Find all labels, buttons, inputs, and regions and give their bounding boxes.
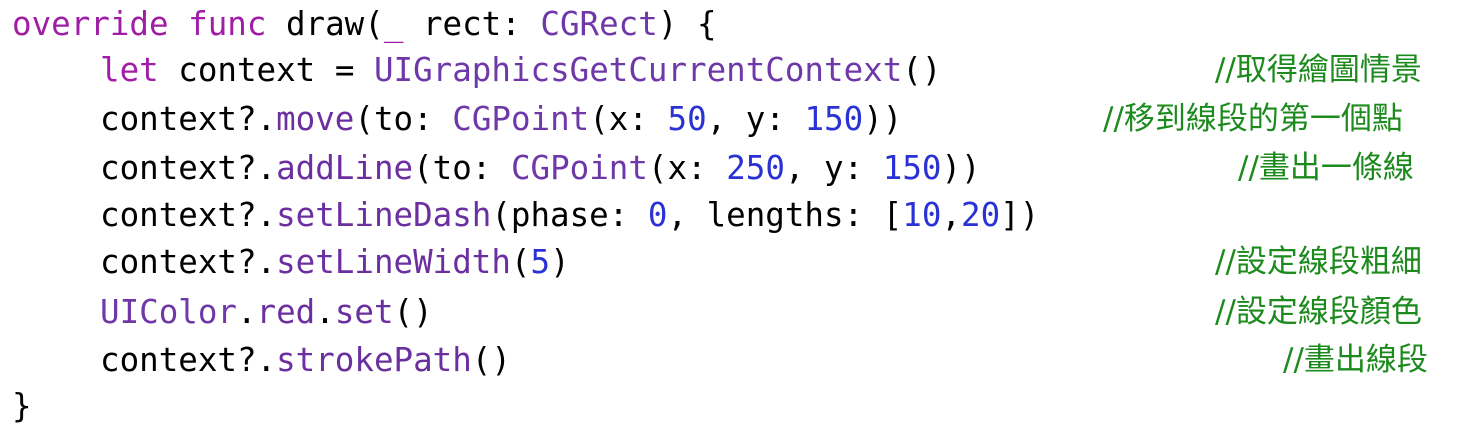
arg-label: (to: [354, 100, 433, 138]
call-parens: () [902, 51, 942, 89]
code-line-2: let context = UIGraphicsGetCurrentContex… [12, 46, 941, 94]
type-cgpoint: CGPoint [452, 100, 590, 138]
y-label: , y: [784, 149, 864, 187]
keyword-override: override [12, 5, 169, 43]
number-length-1: 10 [902, 196, 942, 234]
number-x: 50 [667, 100, 707, 138]
close-parens: )) [863, 100, 903, 138]
object-ref: context?. [100, 243, 277, 281]
type-cgpoint: CGPoint [510, 149, 648, 187]
keyword-func: func [188, 5, 267, 43]
comment-line-6: //設定線段粗細 [1215, 244, 1422, 280]
x-label: (x: [589, 100, 648, 138]
y-label: , y: [706, 100, 785, 138]
object-ref: context?. [100, 196, 277, 234]
param-underscore: _ [383, 5, 404, 43]
method-addline: addLine [276, 149, 414, 187]
comment-line-4: //畫出一條線 [1238, 150, 1414, 186]
call-parens: () [471, 341, 511, 379]
code-editor[interactable]: override func draw(_ rect: CGRect) { let… [0, 0, 1482, 440]
lengths-label: , lengths: [ [667, 196, 903, 234]
method-strokepath: strokePath [276, 341, 472, 379]
open-paren: ( [510, 243, 531, 281]
code-line-7: UIColor.red.set() [12, 288, 433, 336]
type-uicolor: UIColor [100, 293, 237, 331]
property-red: red [256, 293, 316, 331]
param-name: rect: [422, 5, 521, 43]
number-x: 250 [726, 149, 785, 187]
function-name: draw( [285, 5, 384, 43]
phase-label: (phase: [491, 196, 629, 234]
code-line-4: context?.addLine(to: CGPoint(x: 250, y: … [12, 144, 981, 192]
keyword-let: let [100, 51, 159, 89]
number-width: 5 [530, 243, 551, 281]
number-y: 150 [804, 100, 864, 138]
comment-line-3: //移到線段的第一個點 [1103, 101, 1403, 137]
signature-tail: ) { [657, 5, 717, 43]
code-line-8: context?.strokePath() [12, 336, 511, 384]
comment-line-2: //取得繪圖情景 [1215, 52, 1422, 88]
code-line-1: override func draw(_ rect: CGRect) { [12, 0, 717, 48]
arg-label: (to: [413, 149, 492, 187]
method-setlinewidth: setLineWidth [276, 243, 511, 281]
function-call: UIGraphicsGetCurrentContext [373, 51, 903, 89]
call-parens: () [393, 293, 433, 331]
close-paren: ) [550, 243, 570, 281]
object-ref: context?. [100, 100, 277, 138]
comment-line-8: //畫出線段 [1283, 342, 1428, 378]
number-length-2: 20 [961, 196, 1001, 234]
closing-brace: } [12, 387, 32, 425]
number-phase: 0 [647, 196, 668, 234]
number-y: 150 [882, 149, 942, 187]
variable-decl: context = [178, 51, 355, 89]
code-line-3: context?.move(to: CGPoint(x: 50, y: 150)… [12, 95, 902, 143]
code-line-6: context?.setLineWidth(5) [12, 238, 570, 286]
close-parens: )) [941, 149, 981, 187]
code-line-9: } [12, 382, 32, 430]
comment-line-7: //設定線段顏色 [1215, 294, 1422, 330]
x-label: (x: [647, 149, 707, 187]
lengths-comma: , [941, 196, 961, 234]
method-move: move [276, 100, 355, 138]
object-ref: context?. [100, 341, 277, 379]
method-setlinedash: setLineDash [276, 196, 492, 234]
dot: . [236, 293, 257, 331]
method-set: set [334, 293, 394, 331]
code-line-5: context?.setLineDash(phase: 0, lengths: … [12, 191, 1039, 239]
dot: . [315, 293, 335, 331]
type-cgrect: CGRect [540, 5, 658, 43]
object-ref: context?. [100, 149, 277, 187]
close-brackets: ]) [1000, 196, 1040, 234]
